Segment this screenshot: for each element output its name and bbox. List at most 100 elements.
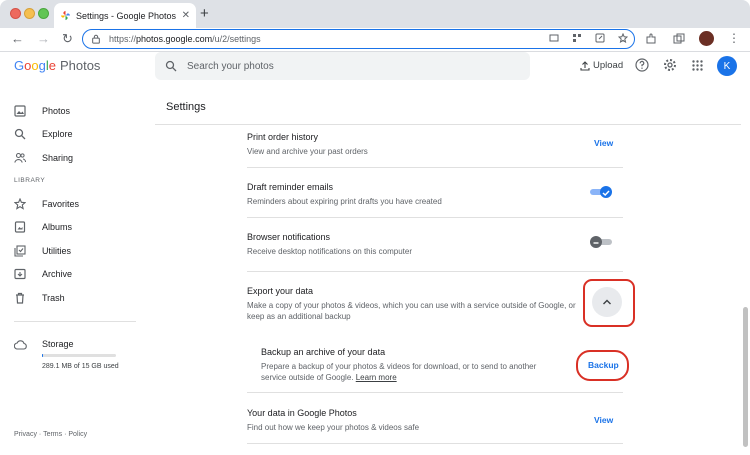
- apps-grid-icon[interactable]: [692, 60, 703, 71]
- sidebar-item-sharing[interactable]: Sharing: [14, 149, 73, 167]
- library-section-label: LIBRARY: [14, 177, 46, 184]
- row-title: Browser notifications: [247, 232, 331, 242]
- minimize-window-button[interactable]: [24, 8, 35, 19]
- sidebar-item-photos[interactable]: Photos: [14, 102, 70, 120]
- browser-notifications-toggle[interactable]: [590, 236, 612, 248]
- app-header: Google Photos Search your photos Upload K: [0, 52, 750, 82]
- sidebar-item-label: Explore: [42, 129, 73, 139]
- people-icon: [14, 152, 26, 163]
- back-button[interactable]: ←: [11, 31, 24, 47]
- row-title: Export your data: [247, 286, 314, 296]
- help-icon[interactable]: [635, 58, 649, 72]
- zoom-window-button[interactable]: [38, 8, 49, 19]
- sidebar-item-label: Archive: [42, 269, 73, 279]
- reload-button[interactable]: ↻: [62, 31, 73, 47]
- terms-link[interactable]: Terms: [43, 431, 62, 438]
- highlight-ring: [576, 350, 629, 381]
- install-app-icon[interactable]: [549, 33, 559, 43]
- google-photos-logo[interactable]: Google Photos: [14, 58, 100, 73]
- sidebar-item-label: Photos: [42, 106, 71, 116]
- browser-menu-icon[interactable]: ⋮: [728, 31, 740, 45]
- settings-row-print-order-history: Print order history View and archive you…: [247, 132, 623, 157]
- settings-row-browser-notifications: Browser notifications Receive desktop no…: [247, 232, 623, 257]
- tab-strip: Settings - Google Photos ✕ +: [0, 0, 750, 28]
- sidebar: Photos Explore Sharing LIBRARY Favorites…: [0, 96, 150, 455]
- logo-letter: e: [48, 58, 56, 73]
- row-title: Draft reminder emails: [247, 182, 334, 192]
- footer-separator: ·: [64, 431, 67, 438]
- url-scheme: https://: [109, 34, 137, 44]
- search-input[interactable]: Search your photos: [155, 52, 530, 80]
- view-your-data-button[interactable]: View: [594, 415, 613, 425]
- row-subtitle: Reminders about expiring print drafts yo…: [247, 197, 442, 206]
- minus-icon: [593, 242, 599, 244]
- sidebar-item-label: Sharing: [42, 153, 74, 163]
- policy-link[interactable]: Policy: [68, 431, 87, 438]
- row-subtitle: Find out how we keep your photos & video…: [247, 423, 420, 432]
- collections-icon[interactable]: [673, 33, 685, 45]
- learn-more-link[interactable]: Learn more: [356, 373, 397, 382]
- header-divider: [155, 124, 741, 125]
- upload-button[interactable]: Upload: [580, 60, 623, 71]
- storage-label: Storage: [42, 339, 74, 349]
- highlight-ring: [583, 279, 635, 327]
- album-icon: [14, 221, 26, 233]
- row-divider: [247, 392, 623, 393]
- row-divider: [247, 167, 623, 168]
- trash-icon: [16, 292, 24, 304]
- lock-icon: [92, 34, 100, 44]
- row-title: Your data in Google Photos: [247, 408, 357, 418]
- settings-row-backup-archive: Backup an archive of your data Prepare a…: [261, 347, 561, 383]
- new-tab-button[interactable]: +: [200, 6, 209, 22]
- sidebar-item-label: Utilities: [42, 246, 72, 256]
- settings-row-export-your-data: Export your data Make a copy of your pho…: [247, 286, 577, 322]
- sidebar-item-archive[interactable]: Archive: [14, 265, 72, 283]
- view-print-orders-button[interactable]: View: [594, 138, 613, 148]
- sidebar-item-favorites[interactable]: Favorites: [14, 195, 79, 213]
- browser-window: Settings - Google Photos ✕ + ← → ↻ https…: [0, 0, 750, 455]
- tab-close-icon[interactable]: ✕: [182, 10, 190, 21]
- account-avatar[interactable]: K: [717, 56, 737, 76]
- storage-usage-text: 289.1 MB of 15 GB used: [42, 363, 119, 370]
- row-title: Print order history: [247, 132, 319, 142]
- row-subtitle: View and archive your past orders: [247, 147, 368, 156]
- logo-letter: o: [31, 58, 39, 73]
- logo-product-name: Photos: [59, 58, 101, 73]
- browser-profile-avatar[interactable]: [699, 31, 714, 46]
- sidebar-item-label: Trash: [42, 293, 65, 303]
- search-icon: [165, 60, 177, 72]
- utilities-icon: [14, 245, 26, 257]
- gear-icon[interactable]: [663, 58, 677, 72]
- sidebar-item-albums[interactable]: Albums: [14, 218, 72, 236]
- sidebar-item-label: Albums: [42, 222, 73, 232]
- sidebar-item-label: Favorites: [42, 199, 80, 209]
- tab-title: Settings - Google Photos: [76, 10, 177, 21]
- extension-icon[interactable]: [645, 33, 657, 45]
- row-subtitle: Make a copy of your photos & videos, whi…: [247, 301, 576, 321]
- settings-row-your-data: Your data in Google Photos Find out how …: [247, 408, 623, 433]
- scrollbar-thumb[interactable]: [743, 307, 748, 447]
- sidebar-divider: [14, 321, 136, 322]
- upload-label: Upload: [593, 60, 624, 71]
- url-host: photos.google.com: [136, 34, 213, 44]
- archive-icon: [14, 268, 26, 280]
- sidebar-item-explore[interactable]: Explore: [14, 125, 73, 143]
- toggle-knob: [600, 186, 612, 198]
- address-bar[interactable]: https://photos.google.com/u/2/settings: [82, 29, 635, 49]
- bookmark-star-icon[interactable]: [618, 33, 628, 43]
- cloud-icon: [14, 340, 27, 350]
- row-divider: [247, 217, 623, 218]
- open-in-app-icon[interactable]: [595, 33, 605, 43]
- qr-code-icon[interactable]: [572, 33, 582, 43]
- draft-reminder-toggle[interactable]: [590, 186, 612, 198]
- row-divider: [247, 443, 623, 444]
- close-window-button[interactable]: [10, 8, 21, 19]
- browser-tab[interactable]: Settings - Google Photos ✕: [54, 3, 196, 28]
- sidebar-item-trash[interactable]: Trash: [14, 289, 65, 307]
- scrollbar[interactable]: [742, 82, 750, 455]
- sidebar-item-utilities[interactable]: Utilities: [14, 242, 71, 260]
- row-subtitle: Prepare a backup of your photos & videos…: [261, 361, 561, 383]
- privacy-link[interactable]: Privacy: [14, 431, 37, 438]
- check-icon: [602, 190, 610, 197]
- forward-button[interactable]: →: [37, 31, 50, 47]
